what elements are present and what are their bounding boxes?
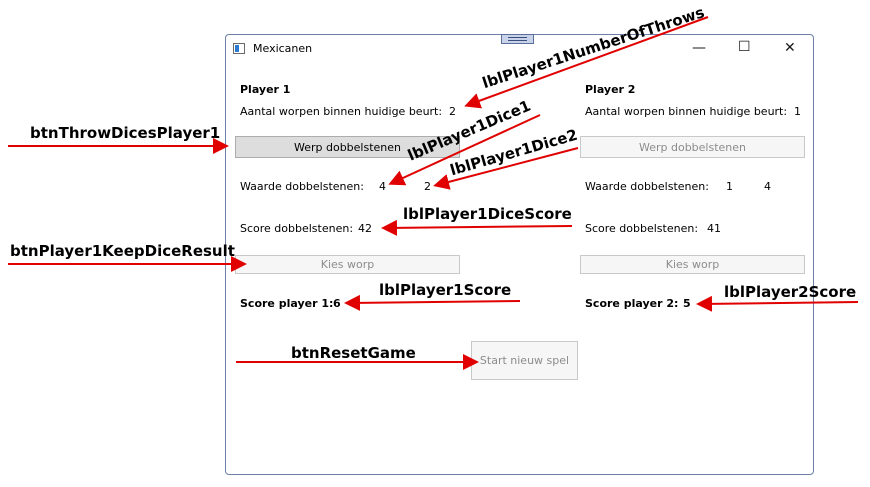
arrow-player2-score (696, 295, 859, 312)
annotation-lbl-player1-score: lblPlayer1Score (379, 281, 512, 299)
annotation-lbl-player1-dice-score: lblPlayer1DiceScore (403, 205, 572, 223)
annotation-btn-player1-keep-dice-result: btnPlayer1KeepDiceResult (10, 242, 235, 260)
annotation-btn-throw-dices-player1: btnThrowDicesPlayer1 (30, 124, 221, 142)
annotation-btn-reset-game: btnResetGame (291, 344, 416, 362)
arrow-dice-score (381, 219, 573, 236)
arrow-player1-score (344, 294, 521, 311)
annotation-lbl-player2-score: lblPlayer2Score (724, 283, 857, 301)
